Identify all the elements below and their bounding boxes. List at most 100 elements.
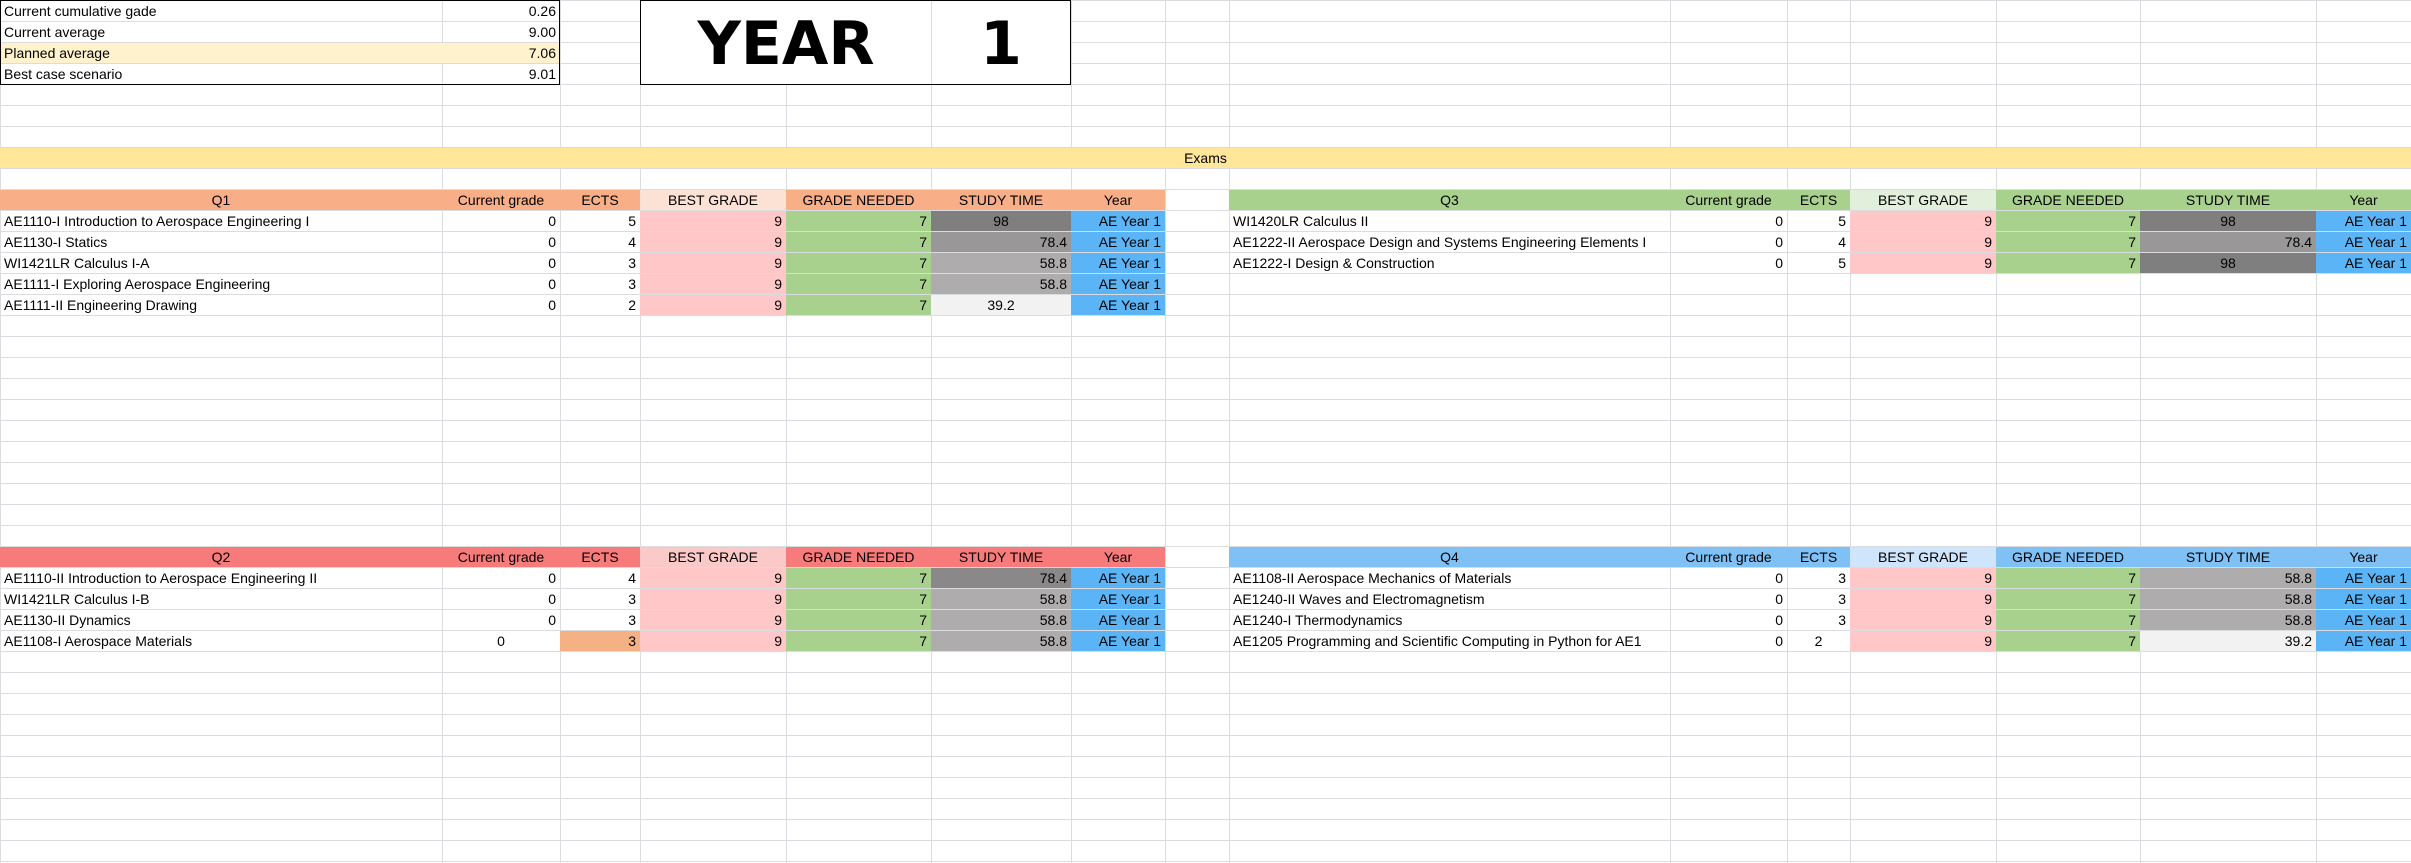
study-time-cell: 98: [931, 211, 1071, 231]
year-cell: AE Year 1: [1071, 211, 1165, 231]
summary-value: 9.01: [528, 66, 556, 82]
current-grade-cell: 0: [1775, 255, 1783, 271]
study-time-cell: 58.8: [931, 610, 1071, 630]
best-grade-cell: 9: [1850, 631, 1996, 651]
grade-needed-cell: 7: [1996, 631, 2140, 651]
year-header: Year: [2316, 547, 2411, 567]
current-grade-header: Current grade: [1670, 190, 1787, 210]
study-time-cell: 78.4: [931, 568, 1071, 588]
course-name: AE1240-II Waves and Electromagnetism: [1233, 591, 1485, 607]
study-time-cell: 58.8: [931, 274, 1071, 294]
year-cell: AE Year 1: [2316, 589, 2411, 609]
year-header: Year: [1071, 190, 1165, 210]
current-grade-cell: 0: [548, 591, 556, 607]
course-name: AE1130-I Statics: [4, 234, 108, 250]
current-grade-cell: 0: [1775, 570, 1783, 586]
summary-value: 9.00: [528, 24, 556, 40]
year-cell: AE Year 1: [1071, 589, 1165, 609]
grade-needed-cell: 7: [786, 253, 931, 273]
ects-header: ECTS: [560, 190, 640, 210]
grade-needed-cell: 7: [786, 610, 931, 630]
study-time-cell: 58.8: [931, 631, 1071, 651]
current-grade-cell: 0: [1775, 633, 1783, 649]
best-grade-cell: 9: [640, 253, 786, 273]
ects-cell: 4: [628, 570, 636, 586]
course-name: AE1222-I Design & Construction: [1233, 255, 1435, 271]
ects-cell: 4: [628, 234, 636, 250]
grade-needed-header: GRADE NEEDED: [1996, 547, 2140, 567]
best-grade-cell: 9: [1850, 211, 1996, 231]
grade-needed-cell: 7: [786, 589, 931, 609]
summary-label: Planned average: [0, 43, 442, 63]
grade-needed-header: GRADE NEEDED: [1996, 190, 2140, 210]
current-grade-cell: 0: [548, 570, 556, 586]
year-cell: AE Year 1: [1071, 610, 1165, 630]
summary-value: 7.06: [442, 43, 560, 63]
grade-needed-cell: 7: [786, 274, 931, 294]
year-cell: AE Year 1: [1071, 253, 1165, 273]
q4-header: Q4: [1229, 547, 1670, 567]
grade-needed-cell: 7: [786, 211, 931, 231]
course-name: AE1205 Programming and Scientific Comput…: [1233, 633, 1642, 649]
ects-cell: 4: [1838, 234, 1846, 250]
grade-needed-cell: 7: [1996, 568, 2140, 588]
study-time-cell: 78.4: [2140, 232, 2316, 252]
best-grade-cell: 9: [1850, 568, 1996, 588]
ects-header: ECTS: [1787, 547, 1850, 567]
current-grade-header: Current grade: [442, 190, 560, 210]
best-grade-cell: 9: [640, 589, 786, 609]
year-cell: AE Year 1: [2316, 232, 2411, 252]
study-time-cell: 98: [2140, 211, 2316, 231]
study-time-cell: 58.8: [2140, 610, 2316, 630]
year-number: 1: [980, 8, 1022, 79]
ects-cell: 3: [628, 276, 636, 292]
current-grade-cell: 0: [1775, 612, 1783, 628]
current-grade-cell: 0: [497, 633, 505, 649]
study-time-cell: 98: [2140, 253, 2316, 273]
current-grade-header: Current grade: [1670, 547, 1787, 567]
year-cell: AE Year 1: [1071, 232, 1165, 252]
summary-label: Best case scenario: [4, 66, 123, 82]
best-grade-cell: 9: [640, 631, 786, 651]
year-cell: AE Year 1: [1071, 631, 1165, 651]
best-grade-header: BEST GRADE: [1850, 190, 1996, 210]
year-cell: AE Year 1: [1071, 568, 1165, 588]
ects-cell: 3: [560, 631, 640, 651]
study-time-cell: 39.2: [2140, 631, 2316, 651]
current-grade-cell: 0: [1775, 591, 1783, 607]
summary-label: Current average: [4, 24, 106, 40]
best-grade-cell: 9: [1850, 232, 1996, 252]
best-grade-header: BEST GRADE: [640, 547, 786, 567]
ects-cell: 5: [628, 213, 636, 229]
grade-needed-cell: 7: [786, 232, 931, 252]
current-grade-cell: 0: [548, 297, 556, 313]
course-name: AE1240-I Thermodynamics: [1233, 612, 1403, 628]
ects-header: ECTS: [560, 547, 640, 567]
study-time-cell: 58.8: [2140, 589, 2316, 609]
q3-header: Q3: [1229, 190, 1670, 210]
study-time-cell: 58.8: [931, 253, 1071, 273]
best-grade-cell: 9: [640, 211, 786, 231]
best-grade-cell: 9: [1850, 253, 1996, 273]
exams-banner: Exams: [0, 148, 2411, 168]
best-grade-cell: 9: [640, 568, 786, 588]
study-time-header: STUDY TIME: [2140, 190, 2316, 210]
ects-cell: 3: [628, 612, 636, 628]
year-box: YEAR 1: [640, 0, 1071, 85]
course-name: WI1421LR Calculus I-A: [4, 255, 150, 271]
year-cell: AE Year 1: [2316, 253, 2411, 273]
ects-cell: 5: [1838, 255, 1846, 271]
current-grade-cell: 0: [1775, 234, 1783, 250]
grade-needed-cell: 7: [786, 568, 931, 588]
study-time-header: STUDY TIME: [2140, 547, 2316, 567]
study-time-cell: 78.4: [931, 232, 1071, 252]
study-time-cell: 39.2: [931, 295, 1071, 315]
course-name: AE1222-II Aerospace Design and Systems E…: [1233, 234, 1647, 250]
year-label: YEAR: [697, 8, 875, 79]
course-name: AE1108-I Aerospace Materials: [4, 633, 193, 649]
ects-cell: 3: [628, 255, 636, 271]
q1-header: Q1: [0, 190, 442, 210]
study-time-cell: 58.8: [931, 589, 1071, 609]
current-grade-cell: 0: [1775, 213, 1783, 229]
year-cell: AE Year 1: [2316, 568, 2411, 588]
